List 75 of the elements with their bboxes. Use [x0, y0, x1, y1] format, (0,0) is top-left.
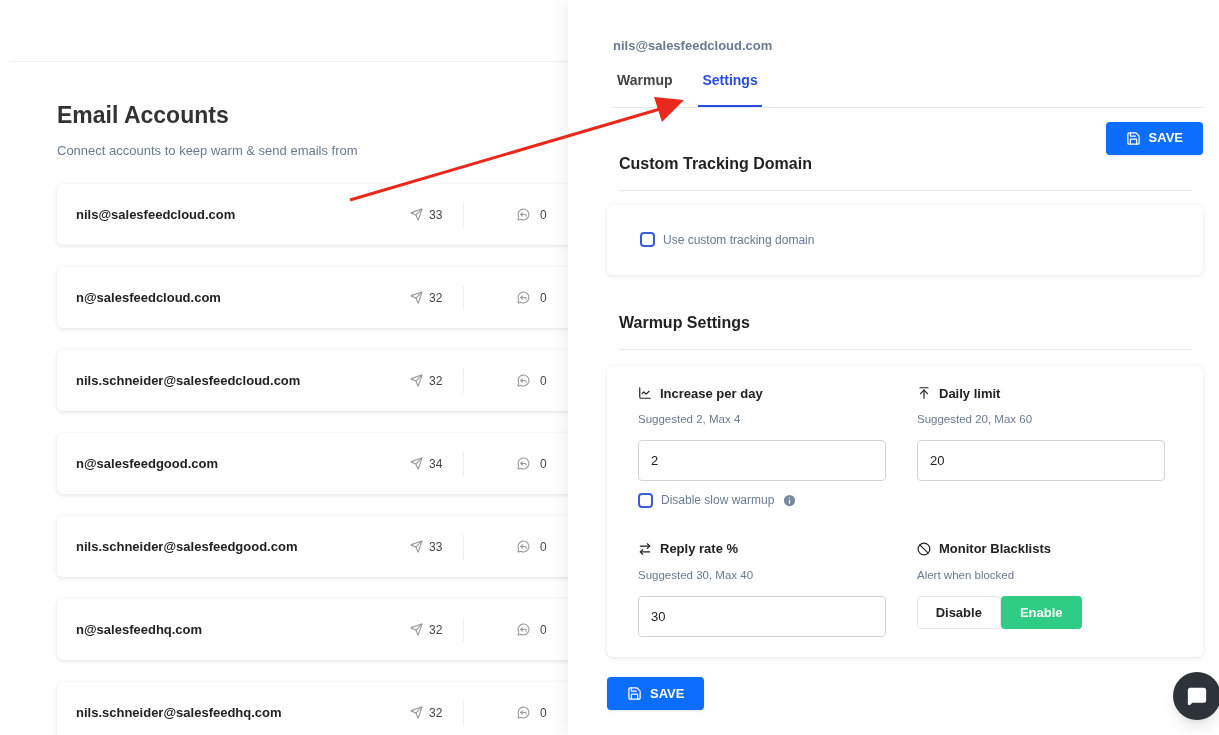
field-hint: Suggested 20, Max 60 [917, 412, 1034, 427]
reply-icon [517, 291, 530, 304]
send-icon [410, 457, 423, 470]
account-card[interactable]: nils.schneider@salesfeedgood.com 33 0 [57, 516, 568, 577]
checkbox[interactable] [640, 232, 655, 247]
account-email: nils.schneider@salesfeedhq.com [76, 703, 283, 722]
arrow-up-bar-icon [917, 386, 931, 401]
field-label: Reply rate % [660, 540, 739, 559]
reply-icon [517, 374, 530, 387]
account-card[interactable]: nils@salesfeedcloud.com 33 0 [57, 184, 568, 245]
swap-arrows-icon [638, 542, 652, 556]
field-label: Increase per day [660, 384, 763, 403]
save-button[interactable]: SAVE [607, 677, 705, 710]
reply-icon [517, 457, 530, 470]
section-title: Custom Tracking Domain [619, 153, 812, 174]
save-icon [1125, 130, 1141, 146]
account-email-header: nils@salesfeedcloud.com [613, 37, 774, 55]
section-title: Warmup Settings [619, 312, 751, 333]
sent-count: 33 [429, 538, 444, 556]
sent-count: 33 [429, 206, 444, 224]
account-card[interactable]: n@salesfeedcloud.com 32 0 [57, 267, 568, 328]
checkbox-label: Use custom tracking domain [663, 231, 815, 249]
number-field[interactable]: 30 [638, 596, 886, 637]
send-icon [410, 540, 423, 553]
sent-count: 32 [429, 704, 444, 722]
account-email: n@salesfeedcloud.com [76, 288, 222, 307]
account-card[interactable]: n@salesfeedhq.com 32 0 [57, 599, 568, 660]
reply-count: 0 [540, 206, 547, 224]
field-hint: Suggested 2, Max 4 [638, 412, 742, 427]
checkbox[interactable] [638, 492, 653, 508]
account-card[interactable]: nils.schneider@salesfeedcloud.com 32 0 [57, 350, 568, 411]
field-label: Daily limit [939, 384, 1001, 403]
account-email: n@salesfeedgood.com [76, 454, 219, 473]
tab[interactable]: Warmup [613, 69, 677, 107]
send-icon [410, 291, 423, 304]
number-field[interactable]: 20 [917, 440, 1165, 482]
reply-count: 0 [540, 621, 547, 639]
account-card[interactable]: n@salesfeedgood.com 34 0 [57, 433, 568, 494]
send-icon [410, 374, 423, 387]
tab[interactable]: Settings [698, 69, 762, 107]
chart-icon [638, 386, 652, 401]
ban-icon [917, 542, 931, 556]
sent-count: 32 [429, 289, 444, 307]
sent-count: 32 [429, 372, 444, 390]
page-subtitle: Connect accounts to keep warm & send emails from [57, 141, 359, 160]
account-email: nils.schneider@salesfeedgood.com [76, 537, 299, 556]
account-email: nils@salesfeedcloud.com [76, 205, 237, 224]
reply-count: 0 [540, 704, 547, 722]
account-email: n@salesfeedhq.com [76, 620, 204, 639]
reply-count: 0 [540, 289, 547, 307]
reply-count: 0 [540, 538, 547, 556]
reply-count: 0 [540, 455, 547, 473]
checkbox-label: Disable slow warmup [661, 492, 775, 510]
sent-count: 32 [429, 621, 444, 639]
reply-icon [517, 208, 530, 221]
field-hint: Suggested 30, Max 40 [638, 567, 755, 583]
send-icon [410, 208, 423, 221]
chat-icon [1187, 686, 1207, 706]
reply-icon [517, 706, 530, 719]
reply-icon [517, 623, 530, 636]
account-email: nils.schneider@salesfeedcloud.com [76, 371, 302, 390]
field-label: Monitor Blacklists [939, 540, 1051, 559]
info-icon[interactable] [782, 492, 798, 508]
page-title: Email Accounts [57, 101, 230, 130]
number-field[interactable]: 2 [638, 440, 886, 482]
save-button[interactable]: SAVE [1105, 121, 1203, 155]
send-icon [410, 706, 423, 719]
reply-icon [517, 540, 530, 553]
save-icon [627, 686, 642, 701]
field-hint: Alert when blocked [917, 567, 1016, 583]
toggle-option[interactable]: Disable [917, 596, 1001, 629]
account-card[interactable]: nils.schneider@salesfeedhq.com 32 0 [57, 682, 568, 735]
reply-count: 0 [540, 372, 547, 390]
sent-count: 34 [429, 455, 444, 473]
send-icon [410, 623, 423, 636]
